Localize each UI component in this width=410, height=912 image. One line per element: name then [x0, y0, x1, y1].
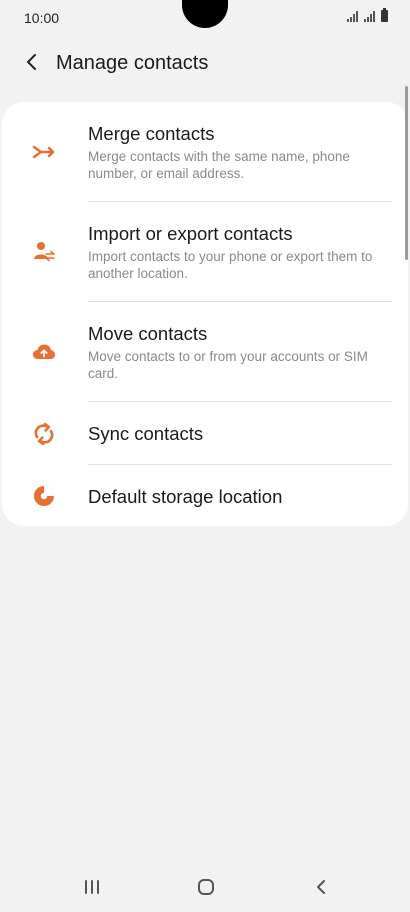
settings-card: Merge contacts Merge contacts with the s…	[2, 102, 408, 526]
menu-item-sync-contacts[interactable]: Sync contacts	[2, 402, 408, 464]
page-title: Manage contacts	[56, 52, 209, 74]
scrollbar[interactable]	[405, 86, 408, 260]
menu-item-default-storage-location[interactable]: Default storage location	[2, 465, 408, 527]
menu-item-title: Import or export contacts	[88, 223, 293, 244]
cloud-upload-icon	[33, 344, 55, 359]
menu-item-title: Sync contacts	[88, 423, 204, 444]
sync-icon	[34, 422, 54, 446]
camera-notch	[182, 0, 228, 28]
status-icons	[347, 8, 388, 22]
menu-item-import-export-contacts[interactable]: Import or export contacts Import contact…	[2, 202, 408, 302]
menu-item-move-contacts[interactable]: Move contacts Move contacts to or from y…	[2, 302, 408, 402]
menu-item-description: Import contacts to your phone or export …	[88, 249, 373, 281]
back-button[interactable]	[18, 48, 46, 76]
home-icon	[198, 879, 214, 895]
home-button[interactable]	[191, 874, 221, 900]
menu-item-title: Default storage location	[88, 486, 283, 507]
recent-apps-icon	[85, 880, 99, 894]
menu-item-title: Move contacts	[88, 323, 208, 344]
signal-icon	[347, 10, 358, 22]
menu-item-title: Merge contacts	[88, 123, 215, 144]
navigation-bar	[0, 862, 410, 912]
storage-pie-icon	[34, 486, 54, 506]
menu-item-merge-contacts[interactable]: Merge contacts Merge contacts with the s…	[2, 102, 408, 202]
app-header: Manage contacts	[0, 40, 410, 86]
back-arrow-icon	[27, 54, 36, 70]
status-time: 10:00	[24, 10, 60, 26]
merge-icon	[32, 145, 55, 159]
back-nav-button[interactable]	[306, 874, 336, 900]
menu-item-description: Move contacts to or from your accounts o…	[88, 349, 368, 381]
battery-icon	[381, 8, 388, 22]
import-export-icon	[34, 242, 55, 262]
signal-icon-2	[364, 10, 375, 22]
recent-apps-button[interactable]	[77, 874, 107, 900]
back-nav-icon	[317, 880, 325, 894]
status-bar: 10:00	[0, 0, 410, 36]
menu-item-description: Merge contacts with the same name, phone…	[88, 149, 350, 181]
